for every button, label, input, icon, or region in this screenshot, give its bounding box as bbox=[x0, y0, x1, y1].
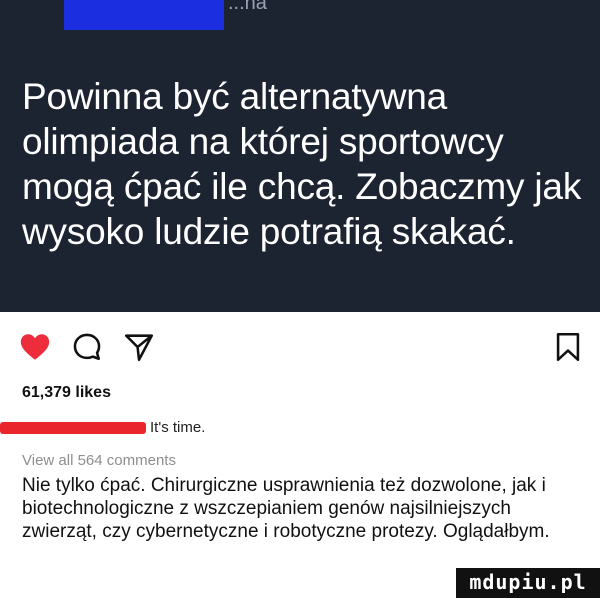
heart-filled-icon[interactable] bbox=[18, 330, 52, 364]
watermark-logo: mdupiu.pl bbox=[456, 568, 600, 598]
redaction-bar bbox=[64, 0, 224, 30]
top-comment-text: Nie tylko ćpać. Chirurgiczne usprawnieni… bbox=[22, 475, 550, 542]
watermark-text: mdupiu.pl bbox=[469, 570, 587, 594]
send-icon[interactable] bbox=[122, 330, 156, 364]
post-caption-row: It's time. bbox=[0, 416, 600, 442]
view-all-comments-link[interactable]: View all 564 comments bbox=[22, 452, 176, 469]
post-image[interactable]: ...na Powinna być alternatywna olimpiada… bbox=[0, 0, 600, 312]
post-actions-bar bbox=[0, 312, 600, 384]
post-caption-text: It's time. bbox=[150, 419, 206, 436]
username-redaction bbox=[0, 422, 146, 434]
comment-bubble-icon[interactable] bbox=[70, 330, 104, 364]
header-text-fragment: ...na bbox=[228, 0, 267, 14]
image-caption-text: Powinna być alternatywna olimpiada na kt… bbox=[22, 76, 582, 252]
bookmark-icon[interactable] bbox=[551, 330, 585, 364]
likes-count[interactable]: 61,379 likes bbox=[22, 384, 111, 402]
